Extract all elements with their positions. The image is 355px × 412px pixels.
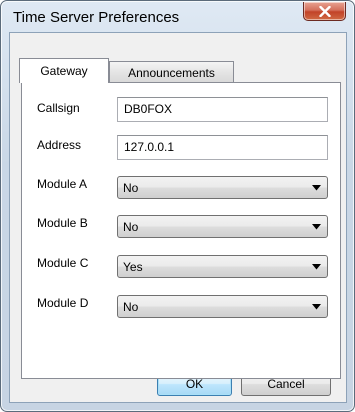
close-button[interactable] bbox=[303, 2, 346, 21]
module-c-label: Module C bbox=[37, 256, 89, 270]
module-d-label: Module D bbox=[37, 296, 89, 310]
module-a-value: No bbox=[123, 181, 139, 195]
module-b-value: No bbox=[123, 220, 139, 234]
tab-announcements[interactable]: Announcements bbox=[109, 61, 234, 83]
module-d-select[interactable]: No bbox=[117, 295, 328, 318]
chevron-down-icon bbox=[312, 304, 321, 310]
module-a-label: Module A bbox=[37, 177, 88, 191]
chevron-down-icon bbox=[312, 185, 321, 191]
close-icon bbox=[318, 5, 331, 17]
module-d-value: No bbox=[123, 300, 139, 314]
callsign-label: Callsign bbox=[37, 101, 80, 115]
module-b-select[interactable]: No bbox=[117, 215, 328, 238]
tab-gateway-label: Gateway bbox=[40, 64, 88, 78]
address-field[interactable]: 127.0.0.1 bbox=[117, 135, 328, 160]
gateway-tab-panel: Callsign DB0FOX Address 127.0.0.1 Module… bbox=[21, 82, 341, 379]
chevron-down-icon bbox=[312, 224, 321, 230]
tab-gateway[interactable]: Gateway bbox=[19, 58, 109, 83]
callsign-field[interactable]: DB0FOX bbox=[117, 97, 328, 122]
module-b-label: Module B bbox=[37, 216, 88, 230]
tab-announcements-label: Announcements bbox=[128, 65, 215, 80]
window-title: Time Server Preferences bbox=[13, 9, 180, 26]
dialog-window: Time Server Preferences Gateway Announce… bbox=[0, 0, 355, 412]
address-label: Address bbox=[37, 138, 82, 152]
module-c-select[interactable]: Yes bbox=[117, 255, 328, 278]
dialog-client-area: Gateway Announcements Callsign DB0FOX Ad… bbox=[9, 32, 347, 403]
module-c-value: Yes bbox=[123, 260, 143, 274]
title-bar[interactable]: Time Server Preferences bbox=[1, 1, 354, 33]
chevron-down-icon bbox=[312, 264, 321, 270]
module-a-select[interactable]: No bbox=[117, 176, 328, 199]
